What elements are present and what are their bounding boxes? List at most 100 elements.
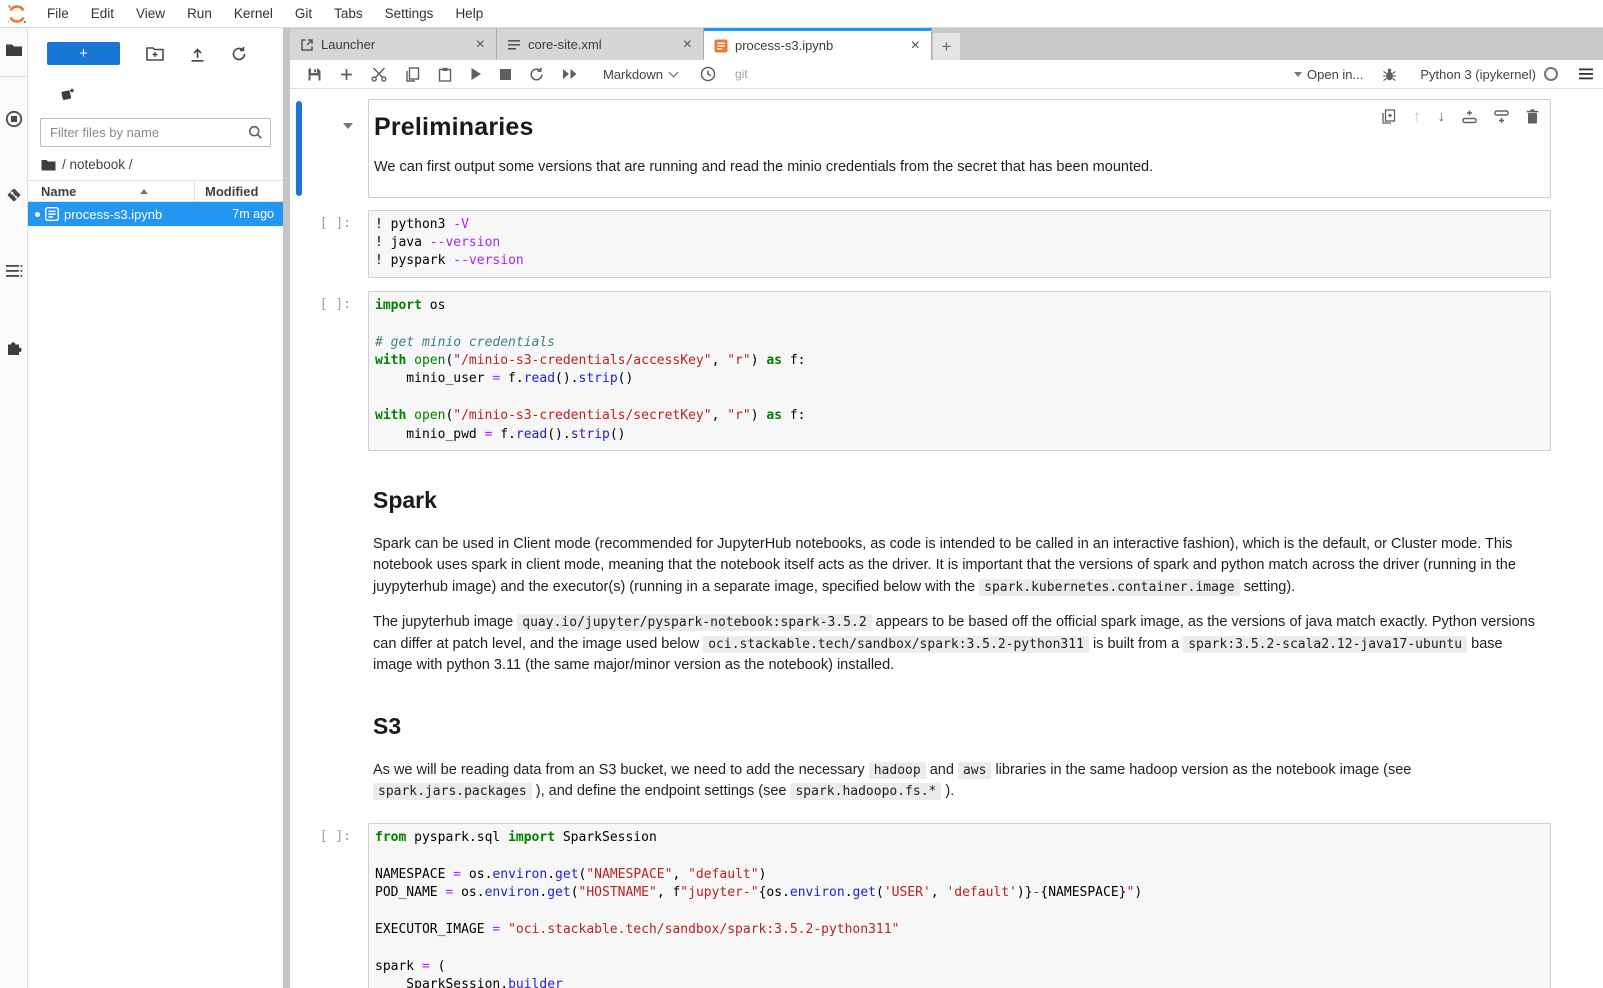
code-cell-versions[interactable]: [ ]: ! python3 -V! java --version! pyspa… [368, 210, 1551, 278]
tab-launcher[interactable]: Launcher × [290, 29, 497, 60]
interrupt-kernel-button[interactable] [491, 60, 520, 88]
code-editor[interactable]: ! python3 -V! java --version! pyspark --… [368, 210, 1551, 278]
delete-cell-button[interactable] [1526, 109, 1539, 124]
sidebar-item-extensions[interactable] [0, 325, 28, 369]
breadcrumb-path: / notebook / [62, 157, 133, 172]
search-icon [248, 125, 263, 140]
menu-item-view[interactable]: View [125, 0, 176, 28]
markdown-cell-preliminaries[interactable]: ↑ ↓ [368, 99, 1551, 198]
insert-cell-button[interactable] [331, 60, 362, 88]
new-folder-icon [146, 46, 164, 61]
code-editor[interactable]: from pyspark.sql import SparkSession NAM… [368, 823, 1551, 988]
duplicate-cell-button[interactable] [1381, 109, 1396, 124]
close-icon[interactable]: × [908, 37, 923, 55]
unsaved-dot [35, 212, 40, 217]
jupyter-logo-icon [6, 3, 28, 25]
copy-cells-button[interactable] [396, 60, 429, 88]
column-header-name[interactable]: Name [28, 184, 194, 199]
move-cell-down-button[interactable]: ↓ [1438, 109, 1446, 124]
menu-item-help[interactable]: Help [444, 0, 494, 28]
tab-core-site-xml[interactable]: core-site.xml × [497, 29, 704, 60]
code-cell-minio-credentials[interactable]: [ ]: import os # get minio credentialswi… [368, 291, 1551, 451]
save-button[interactable] [298, 60, 331, 88]
markdown-paragraph: The jupyterhub image quay.io/jupyter/pys… [373, 612, 1539, 677]
folder-icon [5, 42, 23, 58]
tab-process-s3-ipynb[interactable]: process-s3.ipynb × [704, 28, 932, 60]
breadcrumb[interactable]: / notebook / [28, 147, 283, 180]
filter-files-input[interactable] [40, 118, 271, 147]
move-cell-up-button[interactable]: ↑ [1413, 109, 1421, 124]
menu-item-kernel[interactable]: Kernel [223, 0, 284, 28]
copy-icon [405, 67, 420, 82]
run-button[interactable] [461, 60, 491, 88]
upload-icon [190, 46, 205, 62]
menu-item-git[interactable]: Git [284, 0, 323, 28]
folder-icon [41, 159, 56, 171]
open-in-dropdown[interactable]: Open in... [1294, 67, 1363, 82]
history-button[interactable] [691, 60, 725, 88]
cell-type-dropdown[interactable]: Markdown [595, 65, 685, 84]
new-tab-button[interactable]: + [933, 33, 960, 60]
paste-icon [438, 67, 452, 82]
notebook-toolbar: Markdown git Open in... Python 3 (ipyker… [290, 60, 1603, 89]
git-clone-button[interactable] [28, 65, 283, 102]
activity-bar [0, 28, 28, 988]
sidebar-item-git[interactable] [0, 173, 28, 217]
code-line: EXECUTOR_IMAGE = "oci.stackable.tech/san… [375, 921, 1542, 939]
code-line: import os [375, 297, 1542, 315]
toolbar-menu-button[interactable] [1570, 60, 1595, 88]
menu-bar-items: FileEditViewRunKernelGitTabsSettingsHelp [36, 0, 494, 28]
paste-cells-button[interactable] [429, 60, 461, 88]
tab-bar: Launcher × core-site.xml × process-s3.ip… [290, 28, 1603, 60]
menu-item-tabs[interactable]: Tabs [323, 0, 374, 28]
run-all-icon [562, 68, 578, 80]
menu-item-run[interactable]: Run [176, 0, 223, 28]
markdown-cell-spark[interactable]: Spark Spark can be used in Client mode (… [368, 465, 1551, 681]
code-line: POD_NAME = os.environ.get("HOSTNAME", f"… [375, 884, 1542, 902]
hamburger-icon [1579, 68, 1593, 80]
code-line [375, 389, 1542, 407]
cell-collapser-bar[interactable] [296, 101, 302, 196]
kernel-status-circle[interactable] [1544, 67, 1558, 81]
column-header-modified[interactable]: Modified [195, 184, 283, 199]
cell-input-prompt: [ ]: [290, 216, 360, 231]
markdown-cell-s3[interactable]: S3 As we will be reading data from an S3… [368, 691, 1551, 807]
markdown-heading: Preliminaries [374, 113, 1538, 142]
sidebar-item-running-sessions[interactable] [0, 97, 28, 141]
sidebar-splitter[interactable] [283, 28, 290, 988]
insert-cell-below-button[interactable] [1494, 110, 1509, 124]
menu-item-edit[interactable]: Edit [80, 0, 125, 28]
menu-item-file[interactable]: File [36, 0, 80, 28]
new-launcher-button[interactable]: + [47, 42, 120, 65]
markdown-heading: S3 [373, 713, 1539, 740]
refresh-button[interactable] [231, 46, 247, 62]
new-folder-button[interactable] [146, 46, 164, 61]
file-browser-toolbar: + [28, 28, 283, 65]
code-line: ! python3 -V [375, 216, 1542, 234]
extensions-puzzle-icon [5, 338, 23, 356]
stop-icon [500, 69, 511, 80]
save-icon [307, 67, 322, 82]
caret-down-icon [1294, 72, 1302, 77]
sidebar-item-table-of-contents[interactable] [0, 249, 28, 293]
cut-cells-button[interactable] [362, 60, 396, 88]
heading-collapse-caret[interactable] [343, 123, 353, 129]
close-icon[interactable]: × [680, 36, 695, 54]
kernel-name-button[interactable]: Python 3 (ipykernel) [1420, 67, 1536, 82]
debugger-button[interactable] [1373, 60, 1406, 88]
file-row[interactable]: process-s3.ipynb 7m ago [28, 202, 283, 226]
menu-item-settings[interactable]: Settings [374, 0, 445, 28]
insert-below-icon [1494, 110, 1509, 124]
upload-button[interactable] [190, 46, 205, 62]
bug-icon [1382, 67, 1397, 82]
insert-cell-above-button[interactable] [1462, 110, 1477, 124]
restart-run-all-button[interactable] [553, 60, 587, 88]
code-editor[interactable]: import os # get minio credentialswith op… [368, 291, 1551, 451]
restart-kernel-button[interactable] [520, 60, 553, 88]
code-cell-spark-session[interactable]: [ ]: from pyspark.sql import SparkSessio… [368, 823, 1551, 988]
close-icon[interactable]: × [473, 36, 488, 54]
run-icon [470, 67, 482, 81]
launcher-icon [300, 38, 314, 52]
sidebar-item-file-browser[interactable] [0, 28, 28, 72]
inline-code: aws [958, 762, 991, 779]
